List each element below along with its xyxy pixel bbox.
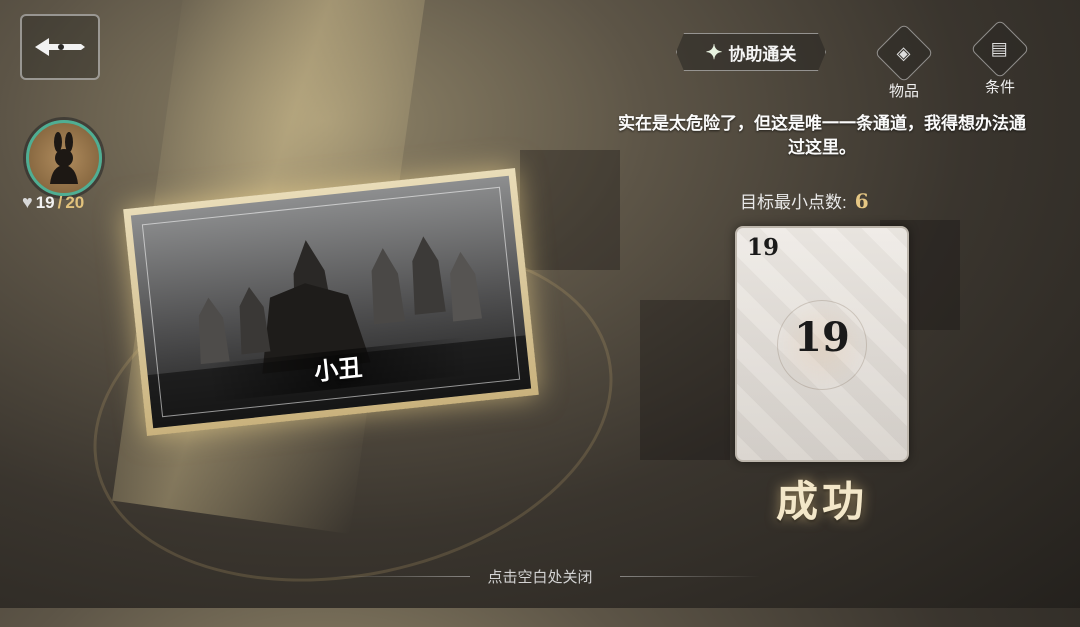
event-card[interactable]: 小丑 [123, 168, 539, 436]
event-description: 实在是太危险了，但这是唯一一条通道，我得想办法通过这里。 [618, 114, 1026, 158]
hp-max: 20 [65, 192, 85, 212]
items-label: 物品 [888, 82, 919, 100]
hp-separator: / [57, 192, 63, 212]
close-hint[interactable]: 点击空白处关闭 [0, 566, 1080, 587]
conditions-button[interactable]: ▤ 条件 [970, 19, 1030, 97]
document-icon: ▤ [970, 19, 1030, 79]
coop-clear-button[interactable]: ✦ 协助通关 [676, 33, 826, 71]
coop-clear-label: 协助通关 [728, 44, 797, 65]
roll-result-card: 19 19 [735, 226, 909, 462]
heart-icon: ♥ [22, 192, 33, 212]
hp-current: 19 [35, 192, 55, 212]
back-arrow-icon [35, 38, 85, 56]
items-button[interactable]: ◈ 物品 [874, 23, 934, 101]
target-label: 目标最小点数: [740, 193, 847, 212]
rabbit-silhouette-icon [50, 132, 78, 184]
conditions-label: 条件 [984, 78, 1015, 96]
result-text: 成功 [775, 477, 868, 526]
background-panel [520, 150, 620, 270]
target-min-points: 目标最小点数: 6 [740, 188, 869, 213]
sparkle-icon: ✦ [705, 40, 723, 64]
target-value: 6 [854, 189, 869, 213]
player-avatar[interactable] [26, 120, 102, 196]
health-display: ♥ 19/20 [22, 192, 84, 213]
background-panel [640, 300, 730, 460]
roll-center-value: 19 [794, 314, 850, 361]
roll-corner-value: 19 [747, 234, 780, 261]
item-diamond-icon: ◈ [874, 23, 934, 83]
event-card-art: 小丑 [130, 175, 532, 429]
back-button[interactable] [20, 14, 100, 80]
